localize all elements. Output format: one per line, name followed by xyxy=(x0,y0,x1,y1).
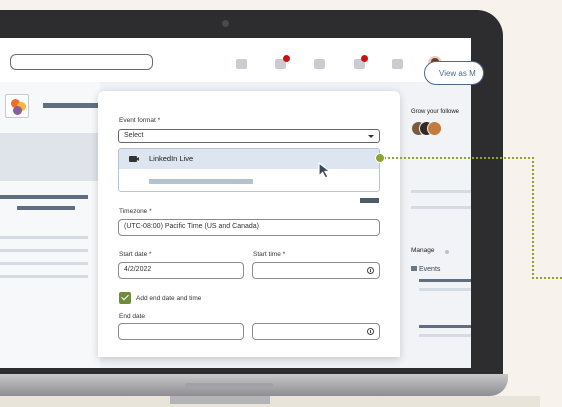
events-link[interactable]: Events xyxy=(411,266,440,273)
callout-dot xyxy=(375,153,385,163)
event-format-dropdown: LinkedIn Live xyxy=(118,148,380,192)
timezone-select[interactable]: (UTC-08:00) Pacific Time (US and Canada) xyxy=(118,219,380,236)
mouse-cursor-icon xyxy=(318,162,332,179)
nav-jobs-icon[interactable] xyxy=(314,59,325,69)
notification-dot xyxy=(283,55,290,62)
text-placeholder xyxy=(411,206,471,209)
view-as-member-button[interactable]: View as M xyxy=(424,61,484,85)
info-icon xyxy=(445,250,449,254)
callout-connector xyxy=(380,157,534,159)
grow-followers-heading: Grow your followe xyxy=(411,109,460,115)
text-placeholder xyxy=(0,262,88,265)
add-end-label: Add end date and time xyxy=(136,295,202,302)
clock-icon xyxy=(367,267,374,274)
caret-down-icon xyxy=(368,135,374,138)
callout-connector xyxy=(532,157,534,279)
events-icon xyxy=(411,266,417,271)
text-placeholder xyxy=(0,195,88,199)
callout-connector xyxy=(532,277,562,279)
cover-band xyxy=(0,133,100,181)
start-time-label: Start time * xyxy=(253,251,286,258)
page-name-placeholder xyxy=(43,103,100,108)
surface-shadow xyxy=(0,396,540,407)
start-date-input[interactable]: 4/2/2022 xyxy=(118,262,244,279)
nav-notifications-icon[interactable] xyxy=(392,59,403,69)
left-column xyxy=(0,82,100,368)
video-camera-icon xyxy=(129,156,137,162)
text-placeholder xyxy=(0,249,88,252)
laptop-notch xyxy=(185,383,273,387)
text-placeholder xyxy=(0,236,88,239)
top-navigation-bar xyxy=(0,38,471,82)
webcam xyxy=(222,20,229,27)
clock-icon xyxy=(367,328,374,335)
add-end-checkbox[interactable] xyxy=(119,292,131,304)
dropdown-option-placeholder[interactable] xyxy=(149,179,253,184)
text-placeholder xyxy=(411,190,471,193)
create-event-modal: Event format * Select LinkedIn Live Time… xyxy=(98,91,400,357)
organization-logo[interactable] xyxy=(5,94,29,118)
notification-dot xyxy=(361,55,368,62)
event-format-select[interactable]: Select xyxy=(118,129,380,143)
text-placeholder xyxy=(17,206,75,210)
event-format-label: Event format * xyxy=(119,117,161,124)
search-input[interactable] xyxy=(10,54,153,70)
manage-heading: Manage xyxy=(411,247,435,254)
section-divider xyxy=(360,198,379,203)
end-time-input[interactable] xyxy=(252,323,380,340)
text-placeholder xyxy=(0,275,88,278)
text-placeholder xyxy=(419,288,471,291)
follower-avatars xyxy=(411,121,445,137)
nav-home-icon[interactable] xyxy=(236,59,247,69)
timezone-label: Timezone * xyxy=(119,208,152,215)
end-date-label: End date xyxy=(119,313,146,320)
text-placeholder xyxy=(419,279,471,282)
start-time-input[interactable] xyxy=(252,262,380,279)
dropdown-option-linkedin-live[interactable]: LinkedIn Live xyxy=(119,149,379,169)
laptop-foot xyxy=(170,396,270,404)
start-date-label: Start date * xyxy=(119,251,152,258)
text-placeholder xyxy=(419,334,471,337)
text-placeholder xyxy=(419,325,471,328)
end-date-input[interactable] xyxy=(118,323,244,340)
